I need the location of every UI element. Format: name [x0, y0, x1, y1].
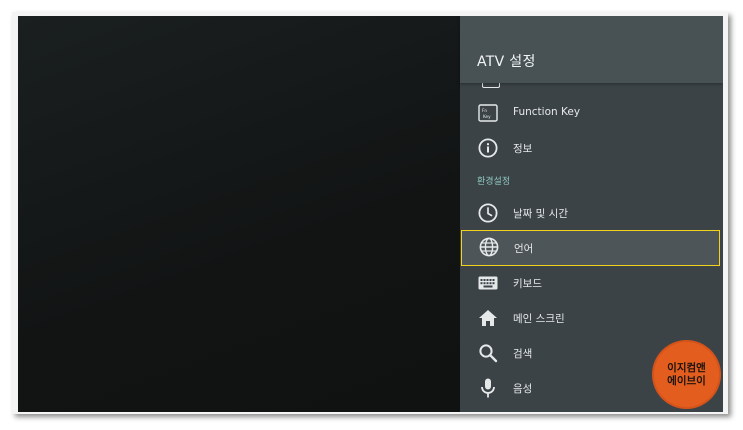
menu-item-label: 검색 — [513, 348, 533, 360]
watermark-logo: 이지컴앤 에이브이 — [654, 342, 719, 407]
menu-item-function-key[interactable]: Fn Key Function Key — [460, 96, 723, 130]
info-icon — [477, 137, 499, 159]
menu-item-language[interactable]: 언어 — [461, 230, 720, 266]
menu-item-label: Function Key — [513, 106, 581, 118]
keyboard-icon — [477, 272, 499, 294]
settings-panel-header: ATV 설정 — [460, 16, 723, 83]
menu-item-date-time[interactable]: 날짜 및 시간 — [460, 196, 723, 230]
search-icon — [477, 342, 499, 364]
menu-item-label: 키보드 — [513, 278, 542, 290]
watermark-text-line1: 이지컴앤 — [667, 361, 706, 374]
menu-item-label: 언어 — [514, 243, 534, 255]
section-header-preferences: 환경설정 — [477, 177, 511, 187]
function-key-icon: Fn Key — [477, 102, 499, 124]
menu-item-label: 날짜 및 시간 — [513, 208, 568, 220]
menu-item-home-screen[interactable]: 메인 스크린 — [460, 301, 723, 335]
function-key-caption-top: Fn — [482, 108, 487, 113]
menu-item-label: 음성 — [513, 383, 533, 395]
tv-screen: ATV 설정 Fn Key Function Key 정보 환경설정 날짜 및 … — [18, 16, 723, 412]
function-key-caption-bottom: Key — [483, 114, 491, 119]
background-content-area — [18, 16, 460, 412]
menu-item-keyboard[interactable]: 키보드 — [460, 266, 723, 300]
clock-icon — [477, 202, 499, 224]
home-icon — [477, 307, 499, 329]
settings-panel-title: ATV 설정 — [477, 54, 536, 70]
globe-icon — [478, 236, 500, 258]
menu-item-label: 정보 — [513, 143, 533, 155]
menu-item-info[interactable]: 정보 — [460, 131, 723, 165]
microphone-icon — [477, 377, 499, 399]
watermark-text-line2: 에이브이 — [667, 374, 706, 387]
menu-item-label: 메인 스크린 — [513, 313, 565, 325]
